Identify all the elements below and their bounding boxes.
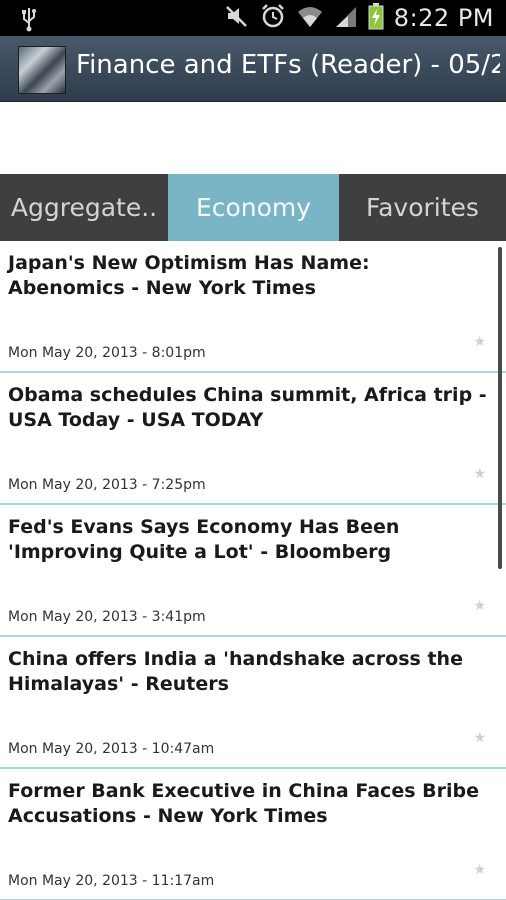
mute-icon (224, 3, 250, 33)
favorite-star-icon[interactable]: ★ (473, 599, 486, 613)
list-item[interactable]: Fed's Evans Says Economy Has Been 'Impro… (0, 505, 506, 637)
favorite-star-icon[interactable]: ★ (473, 863, 486, 877)
app-title: Finance and ETFs (Reader) - 05/2.. (76, 50, 500, 80)
favorite-star-icon[interactable]: ★ (473, 731, 486, 745)
article-title: Obama schedules China summit, Africa tri… (8, 384, 487, 431)
tab-bar: Aggregate.. Economy Favorites (0, 174, 506, 241)
article-title: Japan's New Optimism Has Name: Abenomics… (8, 252, 370, 299)
article-list: Japan's New Optimism Has Name: Abenomics… (0, 241, 506, 900)
article-date: Mon May 20, 2013 - 7:25pm (8, 477, 206, 493)
action-bar: Finance and ETFs (Reader) - 05/2.. (0, 36, 506, 102)
list-item[interactable]: Obama schedules China summit, Africa tri… (0, 373, 506, 505)
tab-economy[interactable]: Economy (168, 174, 339, 241)
wifi-icon (296, 3, 324, 33)
article-title: China offers India a 'handshake across t… (8, 648, 463, 695)
status-time: 8:22 PM (393, 4, 494, 32)
favorite-star-icon[interactable]: ★ (473, 467, 486, 481)
alarm-icon (260, 3, 286, 33)
tab-favorites[interactable]: Favorites (339, 174, 506, 241)
status-bar: 8:22 PM (0, 0, 506, 36)
favorite-star-icon[interactable]: ★ (473, 335, 486, 349)
list-item[interactable]: Former Bank Executive in China Faces Bri… (0, 769, 506, 900)
article-date: Mon May 20, 2013 - 3:41pm (8, 609, 206, 625)
tab-aggregate[interactable]: Aggregate.. (0, 174, 168, 241)
article-title: Fed's Evans Says Economy Has Been 'Impro… (8, 516, 400, 563)
app-logo-icon[interactable] (18, 46, 66, 94)
signal-icon (334, 3, 358, 33)
battery-charging-icon (368, 2, 384, 34)
list-item[interactable]: Japan's New Optimism Has Name: Abenomics… (0, 241, 506, 373)
scrollbar[interactable] (498, 247, 502, 569)
article-date: Mon May 20, 2013 - 10:47am (8, 741, 215, 757)
article-date: Mon May 20, 2013 - 8:01pm (8, 345, 206, 361)
list-item[interactable]: China offers India a 'handshake across t… (0, 637, 506, 769)
usb-icon (14, 6, 44, 32)
article-title: Former Bank Executive in China Faces Bri… (8, 780, 479, 827)
article-date: Mon May 20, 2013 - 11:17am (8, 873, 215, 889)
